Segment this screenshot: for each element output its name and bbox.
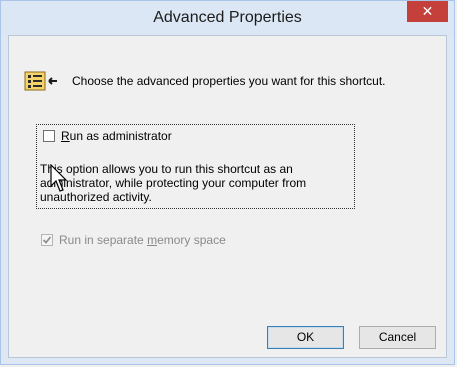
title-bar[interactable]: Advanced Properties ✕ xyxy=(1,1,454,35)
shortcut-properties-icon xyxy=(24,69,60,96)
dialog-body: Choose the advanced properties you want … xyxy=(8,35,447,358)
dialog-title: Advanced Properties xyxy=(153,9,302,26)
mouse-pointer-icon xyxy=(50,163,72,197)
header-instruction: Choose the advanced properties you want … xyxy=(72,74,386,88)
run-as-admin-description: This option allows you to run this short… xyxy=(40,162,307,204)
run-as-admin-option[interactable]: Run as administrator This option allows … xyxy=(36,124,355,209)
separate-memory-label: Run in separate memory space xyxy=(59,233,226,247)
run-as-admin-label[interactable]: Run as administrator xyxy=(61,129,172,143)
run-as-admin-checkbox[interactable] xyxy=(43,130,55,142)
advanced-properties-dialog: Advanced Properties ✕ Choose the advance… xyxy=(0,0,455,365)
cancel-button[interactable]: Cancel xyxy=(359,326,436,349)
ok-button[interactable]: OK xyxy=(267,326,344,349)
close-button[interactable]: ✕ xyxy=(407,1,448,22)
separate-memory-checkbox xyxy=(41,234,53,246)
